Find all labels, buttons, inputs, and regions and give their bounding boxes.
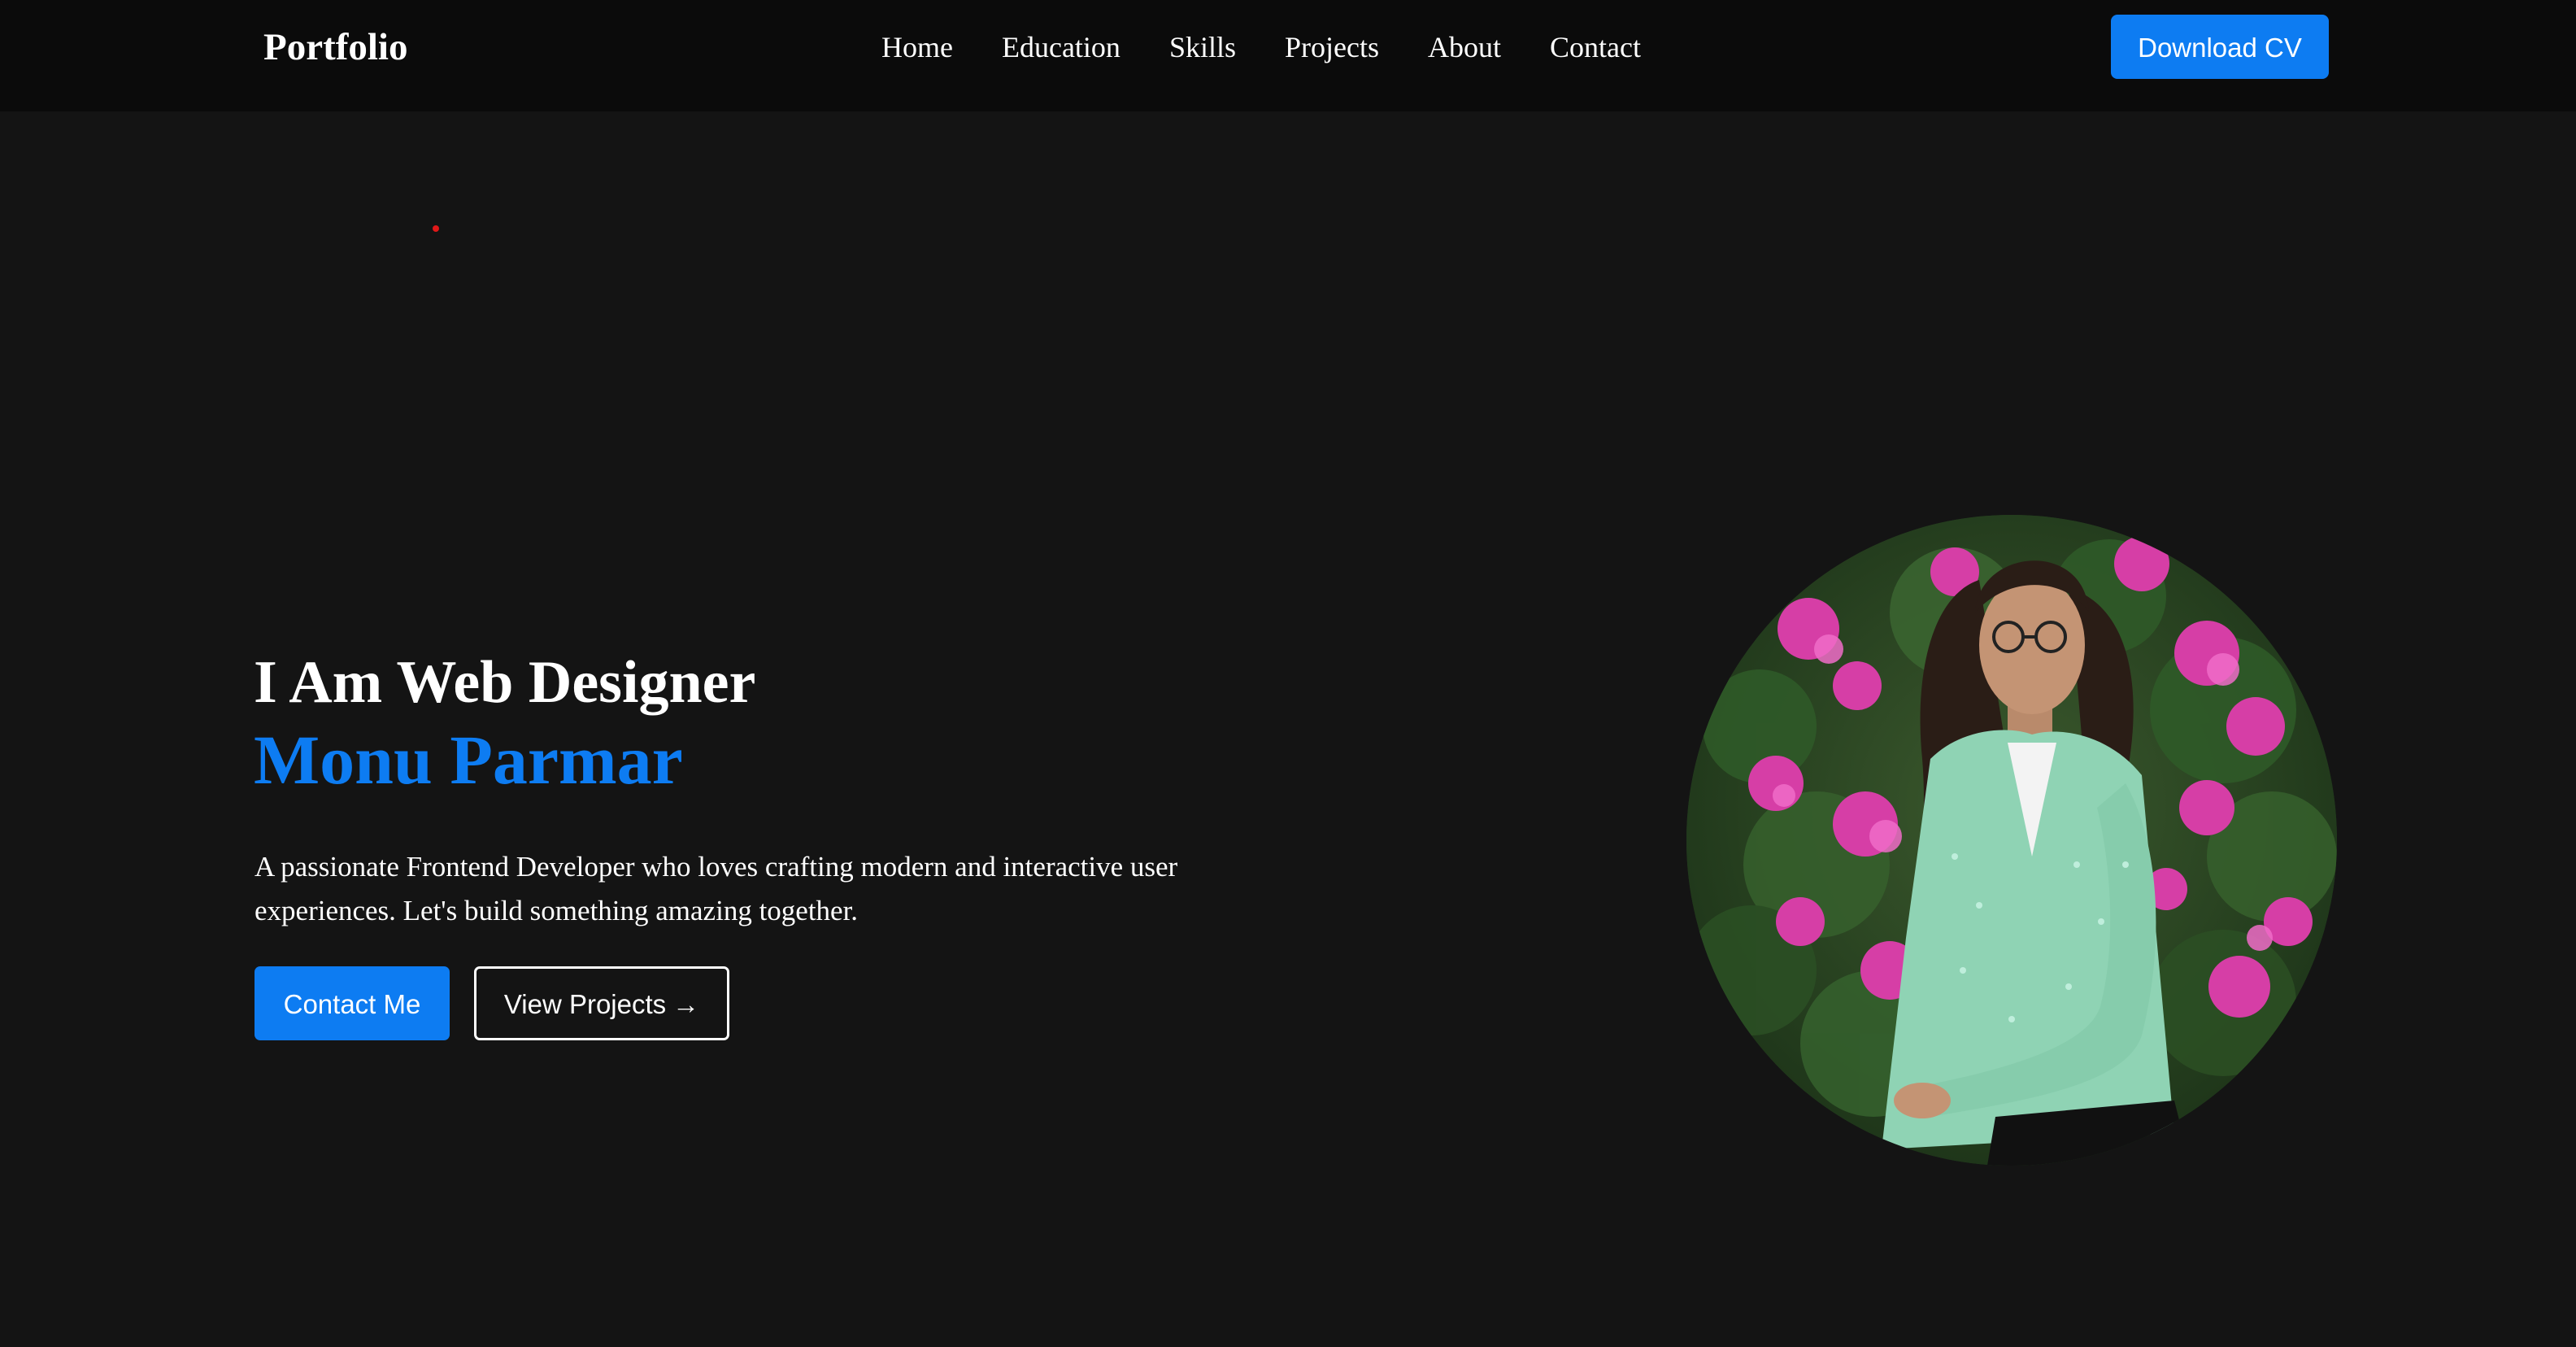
nav-link-about[interactable]: About bbox=[1428, 28, 1501, 67]
nav-link-contact[interactable]: Contact bbox=[1550, 28, 1641, 67]
view-projects-button[interactable]: View Projects → bbox=[474, 966, 729, 1040]
nav-links: Home Education Skills Projects About Con… bbox=[881, 28, 1641, 67]
contact-me-button[interactable]: Contact Me bbox=[255, 966, 450, 1040]
profile-photo-illustration bbox=[1686, 515, 2337, 1166]
nav-link-education[interactable]: Education bbox=[1002, 28, 1120, 67]
view-projects-label: View Projects bbox=[503, 989, 667, 1019]
download-cv-button[interactable]: Download CV bbox=[2111, 15, 2329, 79]
navbar: Portfolio Home Education Skills Projects… bbox=[0, 0, 2576, 111]
arrow-right-icon: → bbox=[672, 989, 700, 1019]
hero-name-heading: Monu Parmar bbox=[254, 721, 683, 799]
brand-logo[interactable]: Portfolio bbox=[263, 24, 408, 70]
page: Portfolio Home Education Skills Projects… bbox=[0, 0, 2576, 1347]
nav-link-skills[interactable]: Skills bbox=[1169, 28, 1236, 67]
nav-link-projects[interactable]: Projects bbox=[1285, 28, 1379, 67]
hero-intro-heading: I Am Web Designer bbox=[254, 649, 756, 716]
nav-link-home[interactable]: Home bbox=[881, 28, 953, 67]
profile-photo bbox=[1686, 515, 2337, 1166]
hero-description: A passionate Frontend Developer who love… bbox=[255, 851, 1178, 926]
cursor-dot bbox=[433, 225, 439, 232]
